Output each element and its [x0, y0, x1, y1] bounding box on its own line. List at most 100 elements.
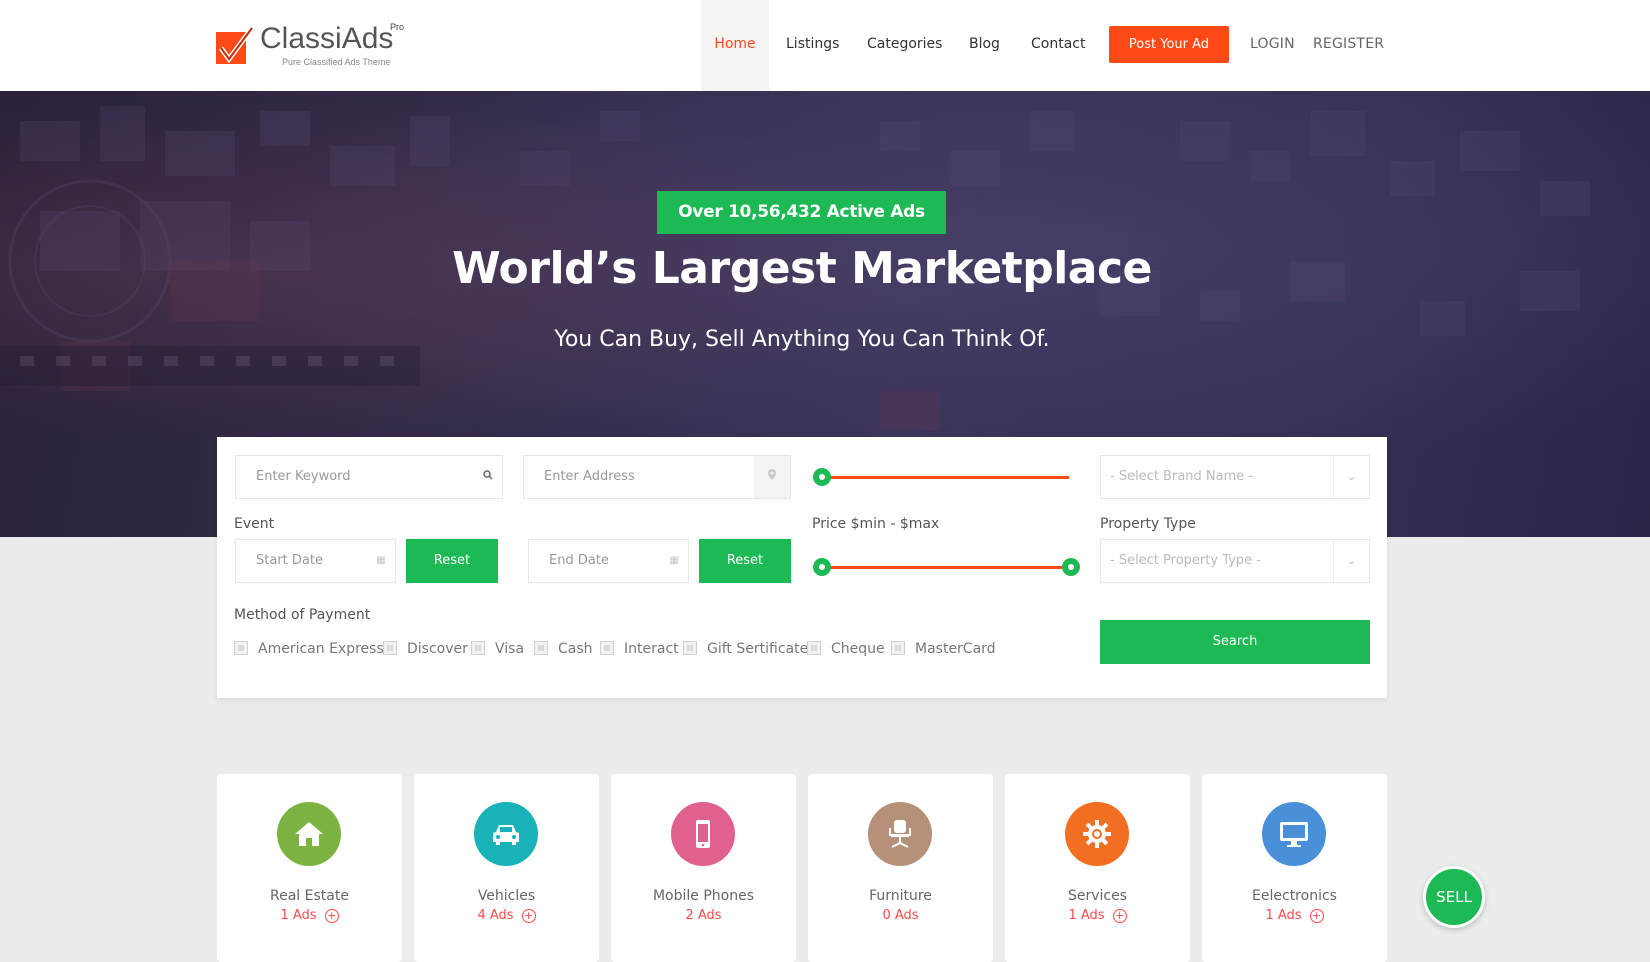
office-chair-icon: [868, 802, 932, 866]
category-name: Mobile Phones: [652, 888, 755, 904]
post-your-ad-button[interactable]: Post Your Ad: [1109, 26, 1229, 63]
checkbox-box: [383, 641, 397, 655]
checkbox-box: [891, 641, 905, 655]
checkbox-label: Cheque: [831, 641, 885, 657]
payment-checkbox-interact[interactable]: Interact: [600, 641, 679, 657]
category-count: 1 Ads +: [217, 908, 402, 923]
checkbox-box: [600, 641, 614, 655]
category-card-electronics[interactable]: Eelectronics 1 Ads +: [1202, 774, 1387, 962]
category-card-furniture[interactable]: Furniture 0 Ads: [808, 774, 993, 962]
search-button[interactable]: Search: [1100, 620, 1370, 664]
payment-checkbox-visa[interactable]: Visa: [471, 641, 524, 657]
plus-circle-icon[interactable]: +: [521, 909, 536, 923]
hero-subtitle: You Can Buy, Sell Anything You Can Think…: [554, 327, 1050, 352]
chevron-down-icon: ⌄: [1333, 540, 1369, 582]
gear-icon: [1065, 802, 1129, 866]
checkbox-box: [471, 641, 485, 655]
address-placeholder: Enter Address: [544, 469, 635, 484]
payment-checkbox-gift-sertificate[interactable]: Gift Sertificate: [683, 641, 808, 657]
price-max-handle[interactable]: [1062, 558, 1080, 576]
checkbox-box: [534, 641, 548, 655]
category-name: Eelectronics: [1252, 888, 1337, 904]
register-link[interactable]: REGISTER: [1313, 0, 1384, 91]
nav-blog[interactable]: Blog: [969, 0, 1000, 91]
checkbox-label: Discover: [407, 641, 468, 657]
payment-checkbox-american-express[interactable]: American Express: [234, 641, 384, 657]
keyword-placeholder: Enter Keyword: [256, 469, 351, 484]
brand-select-value: - Select Brand Name -: [1110, 469, 1254, 484]
slider-track-top: [814, 476, 1069, 479]
event-label: Event: [234, 516, 275, 532]
logo-pro-label: Pro: [390, 22, 405, 32]
category-card-vehicles[interactable]: Vehicles 4 Ads +: [414, 774, 599, 962]
reset-end-date-button[interactable]: Reset: [699, 539, 791, 583]
calendar-icon: ▦: [376, 555, 386, 566]
nav-categories[interactable]: Categories: [867, 0, 942, 91]
plus-circle-icon[interactable]: +: [324, 909, 339, 923]
payment-checkbox-mastercard[interactable]: MasterCard: [891, 641, 996, 657]
category-name: Services: [1067, 888, 1128, 904]
category-count: 1 Ads +: [1005, 908, 1190, 923]
category-name: Real Estate: [270, 888, 349, 904]
mobile-phone-icon: [671, 802, 735, 866]
end-date-placeholder: End Date: [549, 553, 609, 568]
payment-checkbox-cash[interactable]: Cash: [534, 641, 593, 657]
start-date-placeholder: Start Date: [256, 553, 323, 568]
payment-checkbox-cheque[interactable]: Cheque: [807, 641, 885, 657]
category-count: 4 Ads +: [414, 908, 599, 923]
property-type-value: - Select Property Type -: [1110, 553, 1261, 568]
login-link[interactable]: LOGIN: [1250, 0, 1295, 91]
hero-title: World’s Largest Marketplace: [452, 243, 1152, 294]
house-icon: [277, 802, 341, 866]
keyword-input[interactable]: Enter Keyword: [235, 455, 503, 499]
chevron-down-icon: ⌄: [1333, 456, 1369, 498]
category-card-services[interactable]: Services 1 Ads +: [1005, 774, 1190, 962]
search-icon: [474, 456, 502, 498]
reset-start-date-button[interactable]: Reset: [406, 539, 498, 583]
checkbox-box: [683, 641, 697, 655]
checkbox-box: [807, 641, 821, 655]
monitor-icon: [1262, 802, 1326, 866]
nav-home[interactable]: Home: [701, 0, 769, 91]
logo-tagline: Pure Classified Ads Theme: [282, 57, 391, 67]
plus-circle-icon[interactable]: +: [1309, 909, 1324, 923]
category-name: Vehicles: [477, 888, 536, 904]
nav-listings[interactable]: Listings: [786, 0, 839, 91]
slider-handle-top[interactable]: [813, 468, 831, 486]
sell-floating-button[interactable]: SELL: [1423, 866, 1485, 928]
start-date-input[interactable]: Start Date ▦: [235, 539, 396, 583]
checkbox-label: Cash: [558, 641, 593, 657]
category-count: 0 Ads: [882, 908, 919, 923]
nav-contact[interactable]: Contact: [1031, 0, 1085, 91]
site-logo[interactable]: ClassiAds Pro Pure Classified Ads Theme: [216, 20, 416, 70]
active-ads-badge: Over 10,56,432 Active Ads: [657, 191, 946, 234]
category-card-mobile-phones[interactable]: Mobile Phones 2 Ads: [611, 774, 796, 962]
category-count: 2 Ads: [685, 908, 722, 923]
checkbox-label: Interact: [624, 641, 679, 657]
price-min-handle[interactable]: [813, 558, 831, 576]
price-slider-track: [814, 566, 1069, 569]
price-label: Price $min - $max: [812, 516, 940, 532]
checkbox-label: Visa: [495, 641, 525, 657]
checkmark-logo-icon: [216, 26, 254, 64]
address-input[interactable]: Enter Address: [523, 455, 791, 499]
logo-wordmark: ClassiAds: [260, 22, 394, 55]
search-panel: Enter Keyword Enter Address - Select Bra…: [217, 437, 1387, 698]
plus-circle-icon[interactable]: +: [1112, 909, 1127, 923]
property-type-label: Property Type: [1100, 516, 1196, 532]
checkbox-box: [234, 641, 248, 655]
checkbox-label: Gift Sertificate: [707, 641, 809, 657]
payment-checkbox-discover[interactable]: Discover: [383, 641, 468, 657]
category-count: 1 Ads +: [1202, 908, 1387, 923]
brand-select[interactable]: - Select Brand Name - ⌄: [1100, 455, 1370, 499]
category-card-real-estate[interactable]: Real Estate 1 Ads +: [217, 774, 402, 962]
category-name: Furniture: [869, 888, 932, 904]
checkbox-label: MasterCard: [915, 641, 996, 657]
site-header: ClassiAds Pro Pure Classified Ads Theme …: [0, 0, 1650, 91]
map-pin-icon: [754, 456, 790, 498]
checkbox-label: American Express: [258, 641, 384, 657]
car-icon: [474, 802, 538, 866]
property-type-select[interactable]: - Select Property Type - ⌄: [1100, 539, 1370, 583]
calendar-icon: ▦: [669, 555, 679, 566]
end-date-input[interactable]: End Date ▦: [528, 539, 689, 583]
